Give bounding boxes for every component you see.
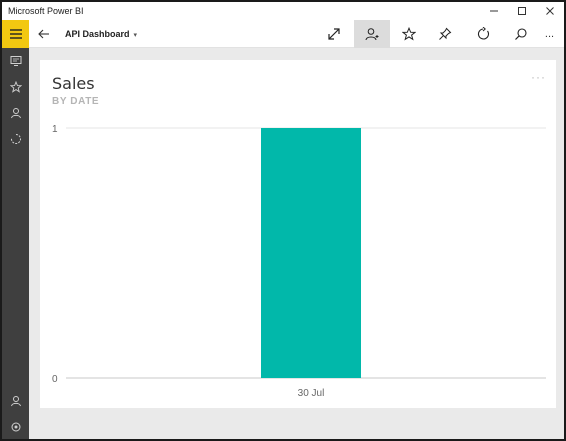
favorite-button[interactable]	[391, 20, 427, 48]
sidebar-item-shared[interactable]	[2, 100, 29, 126]
star-icon	[9, 81, 22, 93]
back-button[interactable]	[33, 20, 55, 48]
pin-button[interactable]	[427, 20, 463, 48]
back-arrow-icon	[38, 29, 49, 39]
menu-button[interactable]	[2, 20, 29, 48]
minimize-button[interactable]	[480, 2, 508, 20]
share-button[interactable]	[354, 20, 390, 48]
maximize-icon	[518, 7, 526, 15]
refresh-icon	[477, 27, 490, 40]
sidebar-item-recent[interactable]	[2, 126, 29, 152]
refresh-button[interactable]	[465, 20, 501, 48]
close-icon	[546, 7, 554, 15]
close-button[interactable]	[536, 2, 564, 20]
more-icon: ...	[544, 28, 555, 40]
y-tick-label: 0	[52, 374, 58, 385]
pin-icon	[439, 27, 452, 40]
chevron-down-icon: ▾	[133, 32, 138, 39]
sidebar	[2, 20, 29, 439]
sidebar-item-account[interactable]	[2, 388, 29, 414]
command-bar: API Dashboard ▾ ...	[29, 20, 564, 48]
minimize-icon	[490, 10, 498, 12]
x-tick-label: 30 Jul	[298, 388, 325, 399]
more-options-button[interactable]: ...	[535, 20, 564, 48]
search-icon	[515, 28, 527, 40]
sidebar-item-favorites[interactable]	[2, 74, 29, 100]
title-bar: Microsoft Power BI	[2, 2, 564, 20]
settings-icon	[11, 422, 20, 432]
sidebar-item-dashboards[interactable]	[2, 48, 29, 74]
sales-tile[interactable]: Sales BY DATE ··· 0 1 30 Jul	[40, 60, 556, 408]
focus-mode-button[interactable]	[316, 20, 352, 48]
share-icon	[365, 28, 379, 41]
window-title: Microsoft Power BI	[8, 6, 84, 16]
hamburger-icon	[9, 29, 22, 39]
app-window: Microsoft Power BI API Dashboard ▾ ... S…	[0, 0, 566, 441]
expand-icon	[328, 28, 340, 40]
dashboard-icon	[10, 56, 21, 66]
y-tick-label: 1	[52, 124, 58, 135]
recent-icon	[10, 134, 21, 144]
sales-bar-chart: 0 1 30 Jul	[52, 124, 546, 399]
search-button[interactable]	[503, 20, 539, 48]
person-icon	[10, 108, 21, 119]
dashboard-title: API Dashboard	[65, 29, 130, 39]
maximize-button[interactable]	[508, 2, 536, 20]
dashboard-title-dropdown[interactable]: API Dashboard ▾	[65, 20, 137, 48]
account-icon	[10, 396, 21, 407]
favorite-icon	[402, 27, 416, 41]
sidebar-item-settings[interactable]	[2, 414, 29, 439]
bar	[261, 128, 361, 378]
